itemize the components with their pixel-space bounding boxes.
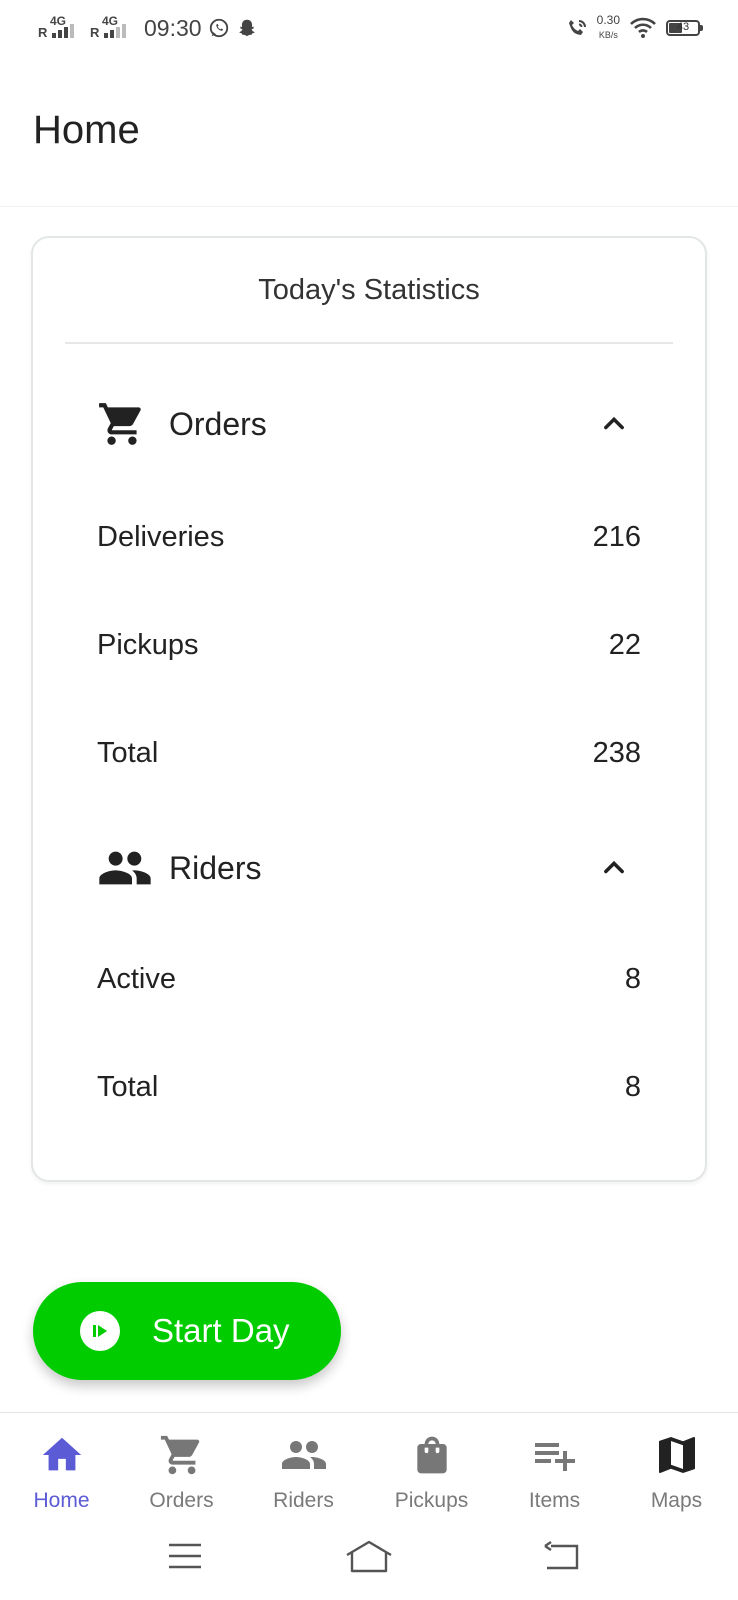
battery-icon: 43 bbox=[666, 19, 703, 36]
sim1-roaming-label: R bbox=[38, 25, 48, 40]
speed-value: 0.30 bbox=[596, 13, 620, 27]
stat-value: 22 bbox=[608, 628, 641, 661]
shopping-bag-icon bbox=[408, 1431, 456, 1479]
home-outline-icon[interactable] bbox=[345, 1536, 393, 1576]
stat-label: Total bbox=[97, 1070, 159, 1103]
stat-row-pickups: Pickups 22 bbox=[97, 620, 641, 670]
whatsapp-icon bbox=[208, 17, 230, 39]
stat-value: 8 bbox=[624, 962, 641, 995]
sim2-roaming-label: R bbox=[90, 25, 100, 40]
playlist-add-icon bbox=[531, 1431, 579, 1479]
nav-label: Pickups bbox=[394, 1489, 469, 1512]
nav-item-orders[interactable]: Orders bbox=[120, 1413, 243, 1521]
app-header: Home bbox=[0, 58, 738, 207]
nav-item-home[interactable]: Home bbox=[0, 1413, 123, 1521]
wifi-icon bbox=[630, 17, 656, 39]
riders-section-header[interactable]: Riders bbox=[97, 838, 641, 898]
cart-icon bbox=[97, 396, 153, 452]
start-day-label: Start Day bbox=[152, 1312, 290, 1349]
nav-label: Orders bbox=[149, 1489, 214, 1512]
play-circle-icon bbox=[80, 1311, 120, 1351]
orders-section-label: Orders bbox=[169, 405, 267, 442]
start-day-button[interactable]: Start Day bbox=[33, 1282, 341, 1380]
status-time: 09:30 bbox=[144, 15, 202, 41]
nav-item-riders[interactable]: Riders bbox=[242, 1413, 365, 1521]
bottom-navigation: Home Orders Riders Pickups Items Maps bbox=[0, 1412, 738, 1521]
people-icon bbox=[97, 840, 153, 896]
map-icon bbox=[653, 1431, 701, 1479]
nav-label: Items bbox=[528, 1489, 581, 1512]
page-title: Home bbox=[33, 108, 140, 152]
menu-icon[interactable] bbox=[161, 1536, 209, 1576]
nav-item-pickups[interactable]: Pickups bbox=[370, 1413, 493, 1521]
stat-value: 216 bbox=[592, 520, 641, 553]
nav-item-maps[interactable]: Maps bbox=[615, 1413, 738, 1521]
nav-label: Home bbox=[33, 1489, 90, 1512]
stat-label: Deliveries bbox=[97, 520, 225, 553]
stat-value: 238 bbox=[592, 736, 641, 769]
system-navigation-bar bbox=[0, 1520, 738, 1600]
statistics-card: Today's Statistics Orders Deliveries 216… bbox=[31, 236, 707, 1182]
people-icon bbox=[280, 1431, 328, 1479]
sim2-signal-icon: R 4G bbox=[90, 14, 136, 42]
cart-icon bbox=[158, 1431, 206, 1479]
stat-label: Active bbox=[97, 962, 176, 995]
stat-row-active-riders: Active 8 bbox=[97, 954, 641, 1004]
riders-section-label: Riders bbox=[169, 849, 262, 886]
statistics-title: Today's Statistics bbox=[258, 274, 480, 306]
stat-label: Total bbox=[97, 736, 159, 769]
stat-row-orders-total: Total 238 bbox=[97, 728, 641, 778]
stat-label: Pickups bbox=[97, 628, 199, 661]
wifi-calling-icon bbox=[565, 17, 587, 39]
status-bar-right: 0.30 KB/s 43 bbox=[565, 14, 703, 41]
nav-label: Riders bbox=[273, 1489, 334, 1512]
snapchat-icon bbox=[236, 17, 258, 39]
stat-row-deliveries: Deliveries 216 bbox=[97, 512, 641, 562]
status-bar: R 4G R 4G 09:30 0.30 KB/s 43 bbox=[0, 0, 738, 58]
stat-row-riders-total: Total 8 bbox=[97, 1062, 641, 1112]
chevron-up-icon[interactable] bbox=[599, 853, 629, 883]
speed-unit: KB/s bbox=[598, 30, 618, 40]
home-icon bbox=[38, 1431, 86, 1479]
battery-level: 43 bbox=[676, 20, 690, 33]
nav-item-items[interactable]: Items bbox=[493, 1413, 616, 1521]
network-speed: 0.30 KB/s bbox=[597, 14, 620, 41]
status-bar-left: R 4G R 4G 09:30 bbox=[38, 14, 258, 42]
stat-value: 8 bbox=[624, 1070, 641, 1103]
sim1-signal-icon: R 4G bbox=[38, 14, 84, 42]
chevron-up-icon[interactable] bbox=[599, 409, 629, 439]
nav-label: Maps bbox=[650, 1489, 703, 1512]
orders-section-header[interactable]: Orders bbox=[97, 394, 641, 454]
card-divider bbox=[65, 342, 673, 344]
back-icon[interactable] bbox=[538, 1536, 586, 1576]
